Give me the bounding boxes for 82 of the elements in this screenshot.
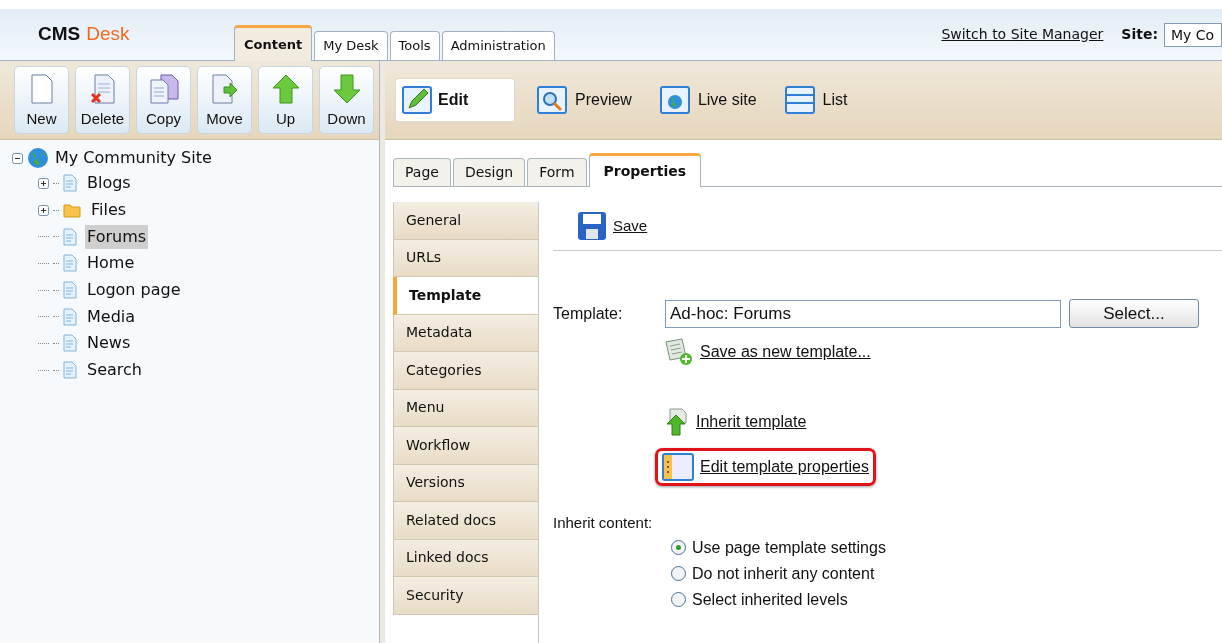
page-tab[interactable]: Properties [588, 153, 702, 187]
save-link[interactable]: Save [613, 214, 648, 238]
page-icon [63, 227, 77, 246]
expand-icon[interactable] [38, 204, 49, 216]
action-link[interactable]: Edit template properties [700, 455, 869, 479]
tree-item[interactable]: News [85, 331, 133, 356]
page-tab[interactable]: Design [452, 158, 526, 186]
page-icon [63, 254, 77, 273]
template-label: Template: [553, 303, 624, 324]
main-tab[interactable]: My Desk [314, 31, 388, 60]
logo-text: CMS [38, 22, 81, 47]
inherit-content-label: Inherit content: [553, 513, 654, 533]
blank-page-icon [29, 73, 54, 104]
main-tab[interactable]: Content [234, 25, 313, 61]
window-panel-icon [662, 453, 694, 481]
action-link[interactable]: Save as new template... [700, 340, 871, 364]
page-tab[interactable]: Form [527, 158, 587, 186]
view-mode-button[interactable]: Live site [653, 78, 763, 122]
tree-item[interactable]: Forums [85, 224, 149, 249]
expand-icon[interactable] [38, 177, 49, 189]
tree-item[interactable]: Logon page [85, 278, 183, 303]
globe-icon [27, 147, 49, 169]
pencil-window-icon [402, 86, 432, 114]
toolbar-button[interactable]: Up [258, 66, 313, 134]
site-dropdown[interactable]: My Co [1164, 22, 1222, 47]
side-tab[interactable]: Workflow [393, 427, 538, 465]
page-icon [63, 307, 77, 326]
arrow-up-icon [271, 73, 300, 104]
radio-button[interactable] [671, 540, 686, 555]
view-mode-button[interactable]: Edit [395, 78, 515, 122]
page-with-arrow-icon [209, 73, 240, 104]
toolbar-button[interactable]: Down [319, 66, 374, 134]
side-tab[interactable]: Menu [393, 389, 538, 427]
template-field[interactable]: Ad-hoc: Forums [665, 299, 1061, 328]
toolbar-button[interactable]: New [14, 66, 69, 134]
side-tab[interactable]: Linked docs [393, 539, 538, 577]
magnifier-window-icon [537, 86, 567, 114]
page-tab[interactable]: Page [393, 158, 451, 186]
main-tab[interactable]: Tools [389, 31, 440, 60]
collapse-icon[interactable] [12, 152, 23, 164]
radio-option[interactable]: Use page template settings [671, 538, 1222, 557]
action-link[interactable]: Inherit template [696, 410, 807, 434]
view-mode-button[interactable]: Preview [531, 78, 638, 122]
site-label: Site: [1121, 25, 1158, 44]
toolbar-button[interactable]: Delete [75, 66, 130, 134]
tree-item[interactable]: Files [89, 198, 129, 223]
radio-button[interactable] [671, 566, 686, 581]
list-window-icon [784, 86, 815, 114]
tree-item[interactable]: Blogs [85, 171, 133, 196]
side-tab[interactable]: Categories [393, 352, 538, 390]
side-tab[interactable]: Related docs [393, 502, 538, 540]
copy-pages-icon [148, 73, 179, 104]
arrow-up-document-icon [664, 407, 690, 437]
page-icon [63, 361, 77, 380]
arrow-down-icon [332, 73, 361, 104]
toolbar-button[interactable]: Copy [136, 66, 191, 134]
tree-item[interactable]: Search [85, 358, 144, 383]
side-tab[interactable]: Security [393, 577, 538, 615]
select-button[interactable]: Select... [1069, 299, 1199, 328]
page-icon [63, 334, 77, 353]
page-icon [63, 174, 77, 193]
radio-option[interactable]: Select inherited levels [671, 590, 1222, 609]
tree-item[interactable]: My Community Site [53, 146, 214, 170]
globe-window-icon [659, 86, 690, 114]
view-mode-button[interactable]: List [778, 78, 854, 122]
logo-text: Desk [86, 22, 130, 47]
page-with-x-icon [89, 73, 116, 104]
switch-site-manager-link[interactable]: Switch to Site Manager [941, 24, 1104, 45]
tree-item[interactable]: Media [85, 304, 138, 329]
main-tab[interactable]: Administration [441, 31, 555, 60]
folder-icon [63, 202, 81, 218]
tree-item[interactable]: Home [85, 251, 137, 276]
side-tab[interactable]: Metadata [393, 314, 538, 352]
side-tab[interactable]: Template [393, 277, 538, 315]
radio-option[interactable]: Do not inherit any content [671, 564, 1222, 583]
document-plus-icon [664, 338, 694, 366]
side-tab[interactable]: General [393, 202, 538, 240]
page-icon [63, 281, 77, 300]
radio-button[interactable] [671, 592, 686, 607]
toolbar-button[interactable]: Move [197, 66, 252, 134]
side-tab[interactable]: Versions [393, 464, 538, 502]
side-tab[interactable]: URLs [393, 239, 538, 277]
